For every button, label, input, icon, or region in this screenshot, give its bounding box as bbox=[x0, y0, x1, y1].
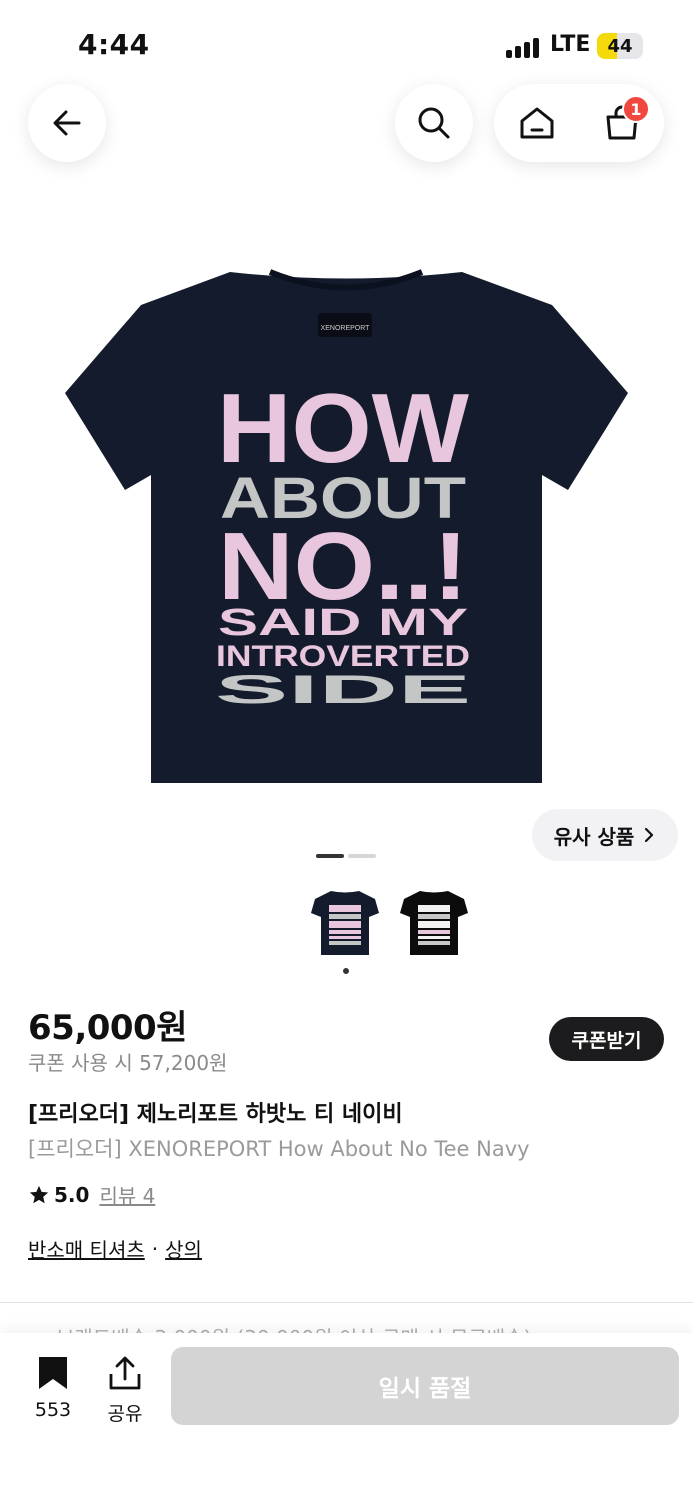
status-time: 4:44 bbox=[78, 28, 150, 61]
status-bar: 4:44 LTE 44 bbox=[0, 0, 693, 90]
bookmark-button[interactable]: 553 bbox=[24, 1355, 82, 1421]
back-arrow-icon bbox=[53, 110, 81, 136]
soldout-button[interactable]: 일시 품절 bbox=[171, 1347, 679, 1425]
product-title-english: [프리오더] XENOREPORT How About No Tee Navy bbox=[28, 1137, 530, 1161]
category-link-tshirt[interactable]: 반소매 티셔츠 bbox=[28, 1234, 145, 1263]
svg-text:SAID MY: SAID MY bbox=[218, 602, 468, 644]
product-price: 65,000원 bbox=[28, 1008, 187, 1048]
thumbnail-navy-image bbox=[311, 891, 379, 955]
category-link-top[interactable]: 상의 bbox=[165, 1234, 202, 1263]
category-breadcrumb: 반소매 티셔츠 · 상의 bbox=[28, 1234, 202, 1263]
product-image[interactable]: XENOREPORT HOW ABOUT NO..! SAID MY INTRO… bbox=[0, 225, 693, 805]
chevron-right-icon bbox=[645, 827, 654, 843]
coupon-price: 쿠폰 사용 시 57,200원 bbox=[28, 1051, 228, 1075]
bookmark-count: 553 bbox=[34, 1399, 72, 1421]
category-separator: · bbox=[151, 1236, 159, 1261]
brand-tag: XENOREPORT bbox=[321, 325, 371, 332]
home-button[interactable] bbox=[494, 84, 579, 162]
thumbnail-black-image bbox=[400, 891, 468, 955]
signal-icon bbox=[506, 36, 544, 58]
search-icon bbox=[418, 107, 450, 139]
battery-level: 44 bbox=[607, 35, 633, 57]
rating-row: 5.0 리뷰 4 bbox=[28, 1180, 155, 1209]
get-coupon-button[interactable]: 쿠폰받기 bbox=[549, 1017, 664, 1061]
back-button[interactable] bbox=[28, 84, 106, 162]
shirt-print: HOW ABOUT NO..! SAID MY INTROVERTED SIDE bbox=[215, 373, 471, 712]
home-icon bbox=[520, 107, 553, 139]
share-button[interactable]: 공유 bbox=[98, 1355, 152, 1426]
review-link[interactable]: 리뷰 4 bbox=[99, 1180, 155, 1209]
star-icon bbox=[29, 1185, 49, 1203]
rating-score: 5.0 bbox=[54, 1182, 90, 1207]
gallery-indicator-active bbox=[316, 854, 344, 858]
bottom-action-bar: 553 공유 일시 품절 bbox=[0, 1333, 693, 1500]
home-cart-group: 1 bbox=[494, 84, 664, 162]
thumbnail-navy[interactable] bbox=[309, 887, 381, 959]
thumbnail-selected-dot bbox=[343, 968, 349, 974]
cart-count-badge: 1 bbox=[622, 95, 650, 123]
battery-icon: 44 bbox=[597, 33, 643, 59]
section-divider bbox=[0, 1302, 693, 1303]
share-icon bbox=[109, 1356, 141, 1390]
svg-text:SIDE: SIDE bbox=[215, 668, 471, 712]
cart-button[interactable] bbox=[579, 84, 664, 162]
similar-products-label: 유사 상품 bbox=[553, 824, 635, 849]
network-label: LTE bbox=[550, 32, 591, 57]
search-button[interactable] bbox=[395, 84, 473, 162]
thumbnail-black[interactable] bbox=[398, 887, 470, 959]
gallery-indicator bbox=[348, 854, 376, 858]
bookmark-icon bbox=[39, 1357, 67, 1389]
similar-products-button[interactable]: 유사 상품 bbox=[532, 809, 678, 861]
product-title: [프리오더] 제노리포트 하밧노 티 네이비 bbox=[28, 1102, 403, 1127]
share-label: 공유 bbox=[107, 1403, 143, 1425]
